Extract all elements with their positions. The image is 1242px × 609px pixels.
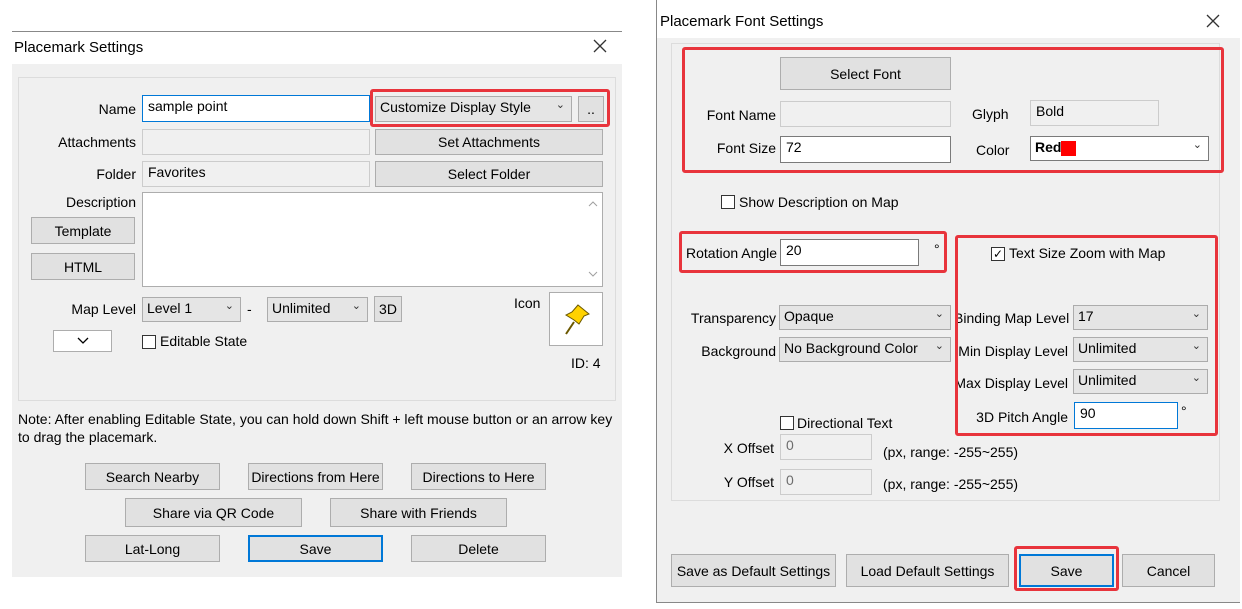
close-icon[interactable]: [592, 38, 608, 54]
map-level-from-value: Level 1: [147, 300, 193, 316]
x-offset-range: (px, range: -255~255): [883, 444, 1019, 460]
highlight-font: [682, 47, 1224, 173]
delete-button[interactable]: Delete: [411, 535, 546, 562]
highlight-rotation: [679, 231, 947, 273]
lat-long-button[interactable]: Lat-Long: [85, 535, 220, 562]
directions-from-button[interactable]: Directions from Here: [248, 463, 383, 490]
editable-state-label: Editable State: [160, 333, 248, 349]
placemark-id: ID: 4: [571, 355, 601, 371]
editable-note: Note: After enabling Editable State, you…: [18, 411, 613, 445]
share-qr-button[interactable]: Share via QR Code: [125, 498, 302, 527]
show-description-checkbox[interactable]: [721, 195, 735, 209]
directions-to-button[interactable]: Directions to Here: [411, 463, 546, 490]
background-select[interactable]: No Background Color ⌄: [779, 337, 951, 362]
cancel-button[interactable]: Cancel: [1122, 554, 1215, 587]
close-icon[interactable]: [1205, 13, 1221, 29]
icon-preview[interactable]: [549, 292, 603, 346]
background-label: Background: [701, 343, 776, 359]
dialog-title: Placemark Font Settings: [660, 13, 824, 30]
html-button[interactable]: HTML: [31, 253, 135, 280]
template-button[interactable]: Template: [31, 217, 135, 244]
share-friends-button[interactable]: Share with Friends: [330, 498, 507, 527]
save-default-button[interactable]: Save as Default Settings: [671, 554, 836, 587]
load-default-button[interactable]: Load Default Settings: [846, 554, 1009, 587]
highlight-display-style: [370, 89, 610, 127]
pushpin-icon: [564, 304, 590, 335]
description-label: Description: [65, 194, 136, 210]
search-nearby-button[interactable]: Search Nearby: [85, 463, 220, 490]
show-description-label: Show Description on Map: [739, 194, 899, 210]
select-folder-button[interactable]: Select Folder: [375, 161, 603, 187]
map-level-to-select[interactable]: Unlimited ⌄: [267, 297, 368, 322]
map-level-label: Map Level: [71, 301, 136, 317]
description-textarea[interactable]: [142, 192, 603, 287]
set-attachments-button[interactable]: Set Attachments: [375, 129, 603, 155]
name-label: Name: [98, 101, 136, 117]
map-level-to-value: Unlimited: [272, 300, 331, 316]
chevron-down-icon: [77, 337, 88, 344]
chevron-down-icon: ⌄: [224, 300, 234, 312]
scrollbar[interactable]: [584, 193, 602, 286]
map-level-from-select[interactable]: Level 1 ⌄: [142, 297, 241, 322]
chevron-down-icon: ⌄: [934, 340, 944, 352]
y-offset-field: 0: [780, 469, 872, 495]
directional-text-label: Directional Text: [797, 415, 893, 431]
highlight-zoom: [955, 235, 1218, 436]
icon-label: Icon: [514, 295, 541, 311]
background-value: No Background Color: [784, 340, 918, 356]
y-offset-range: (px, range: -255~255): [883, 476, 1019, 492]
transparency-select[interactable]: Opaque ⌄: [779, 305, 951, 330]
attachments-field: [142, 129, 370, 155]
editable-state-checkbox[interactable]: [142, 335, 156, 349]
level-dash: -: [247, 301, 252, 317]
name-input[interactable]: sample point: [142, 95, 370, 122]
y-offset-label: Y Offset: [723, 474, 774, 490]
x-offset-label: X Offset: [723, 440, 774, 456]
dialog-title: Placemark Settings: [14, 39, 144, 56]
save-button[interactable]: Save: [248, 535, 383, 562]
3d-button[interactable]: 3D: [374, 296, 402, 322]
directional-text-checkbox[interactable]: [780, 416, 794, 430]
folder-field: Favorites: [142, 161, 370, 187]
transparency-label: Transparency: [690, 310, 776, 326]
chevron-down-icon: ⌄: [934, 308, 944, 320]
highlight-save: [1014, 546, 1119, 591]
attachments-label: Attachments: [58, 134, 136, 150]
expand-dropdown-button[interactable]: [53, 330, 112, 352]
x-offset-field: 0: [780, 434, 872, 460]
chevron-down-icon: ⌄: [351, 300, 361, 312]
folder-label: Folder: [96, 166, 136, 182]
transparency-value: Opaque: [784, 308, 834, 324]
